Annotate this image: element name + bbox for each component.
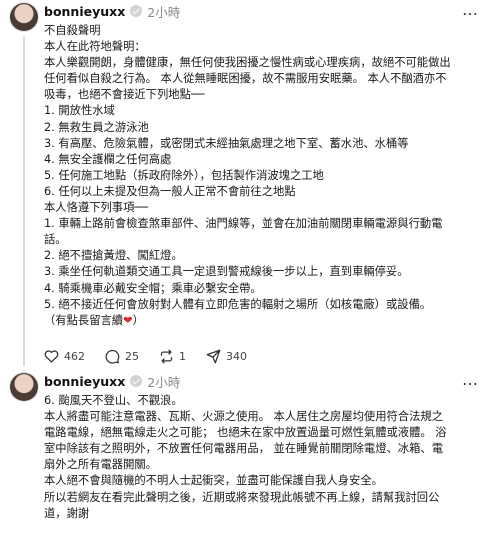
post-line: 5. 任何施工地點（拆政府除外），包括製作消波塊之工地 — [44, 168, 324, 182]
post-line-last: （有點長留言續❤） — [44, 313, 488, 329]
post-line: 不自殺聲明 — [44, 24, 101, 37]
avatar[interactable] — [10, 3, 38, 31]
verified-badge-icon — [130, 375, 143, 387]
post-line: 4. 騎乘機車必戴安全帽；乘車必繫安全帶。 — [44, 281, 262, 295]
like-button[interactable]: 462 — [44, 349, 85, 363]
username[interactable]: bonnieyuxx — [44, 374, 125, 389]
post-line: 3. 有高壓、危險氣體，或密閉式未經抽氣處理之地下室、蓄水池、水桶等 — [44, 136, 409, 150]
post-line: 本人在此符地聲明： — [44, 40, 146, 54]
post-line: 本人將盡可能注意電器、瓦斯、火源之使用。 本人居住之房屋均使用符合法規之 — [44, 410, 443, 424]
repost-count: 1 — [179, 349, 186, 363]
post-line: 6. 颱風天不登山、不觀浪。 — [44, 394, 183, 407]
post-line: 室中除該有之照明外，不放置任何電器用品， 並在睡覺前關閉除電燈、冰箱、電 — [44, 442, 443, 456]
post-line: 本人恪遵下列事項── — [44, 201, 148, 215]
post-line: 3. 乘坐任何軌道類交通工具一定退到警戒線後一步以上，直到車輛停妥。 — [44, 265, 409, 279]
post-line: 1. 開放性水域 — [44, 104, 115, 118]
thread-connector-line — [23, 36, 25, 366]
post-line: 話。 — [44, 233, 67, 247]
username[interactable]: bonnieyuxx — [44, 4, 125, 19]
repost-icon — [160, 349, 173, 363]
send-share-icon — [206, 349, 221, 363]
post-line: 5. 絕不接近任何會放射對人體有立即危害的輻射之場所（如核電廠）或設備。 — [44, 297, 432, 311]
post-actions: 462 25 1 340 — [44, 346, 267, 366]
comment-button[interactable]: 25 — [105, 349, 139, 364]
closing-paren: ） — [132, 313, 144, 327]
repost-button[interactable]: 1 — [159, 349, 186, 364]
avatar[interactable] — [10, 373, 38, 401]
post-line: 電路電線，絕無電線走火之可能； 也絕未在家中放置過量可燃性氣體或液體。 浴 — [44, 426, 447, 440]
post-line: 所以若網友在看完此聲明之後，近期或將來發現此帳號不再上線，請幫我討回公 — [44, 490, 440, 504]
post-body: 不自殺聲明 本人在此符地聲明： 本人樂觀開朗，身體健康，無任何使我困擾之慢性病或… — [44, 23, 488, 329]
heart-outline-icon — [44, 350, 59, 363]
comment-bubble-icon — [105, 349, 120, 364]
post-line: 扇外之所有電器開關。 — [44, 458, 157, 472]
post-line: 2. 絕不擅搶黃燈、闖紅燈。 — [44, 249, 183, 263]
post-line: 吸毒，也絕不會接近下列地點── — [44, 88, 205, 102]
post-body: 6. 颱風天不登山、不觀浪。 本人將盡可能注意電器、瓦斯、火源之使用。 本人居住… — [44, 393, 488, 522]
more-options-icon[interactable]: … — [462, 372, 479, 388]
post-time: 2小時 — [147, 4, 181, 20]
post-line: 道，謝謝 — [44, 506, 90, 520]
comment-count: 25 — [125, 349, 139, 363]
heart-emoji-icon: ❤ — [123, 313, 133, 327]
post-line-text: （有點長留言續 — [44, 313, 124, 327]
post-time: 2小時 — [147, 374, 181, 390]
post-line: 4. 無安全護欄之任何高處 — [44, 152, 172, 166]
post-line: 本人樂觀開朗，身體健康，無任何使我困擾之慢性病或心理疾病，故絕不可能做出 — [44, 56, 451, 70]
verified-badge-icon — [130, 5, 143, 17]
post-header: bonnieyuxx 2小時 — [44, 372, 180, 390]
post-line: 任何看似自殺之行為。 本人從無睡眠困擾，故不需服用安眠藥。 本人不酗酒亦不 — [44, 72, 447, 86]
post-line: 1. 車輛上路前會檢查煞車部件、油門線等，並會在加油前關閉車輛電源與行動電 — [44, 217, 443, 231]
post-line: 6. 任何以上未提及但為一般人正常不會前往之地點 — [44, 184, 296, 198]
post-line: 2. 無救生員之游泳池 — [44, 120, 149, 134]
post-header: bonnieyuxx 2小時 — [44, 2, 180, 20]
share-count: 340 — [226, 349, 247, 363]
like-count: 462 — [64, 349, 85, 363]
more-options-icon[interactable]: … — [462, 2, 479, 18]
post-line: 本人絕不會與隨機的不明人士起衝突，並盡可能保護自我人身安全。 — [44, 474, 383, 488]
share-button[interactable]: 340 — [206, 349, 247, 364]
